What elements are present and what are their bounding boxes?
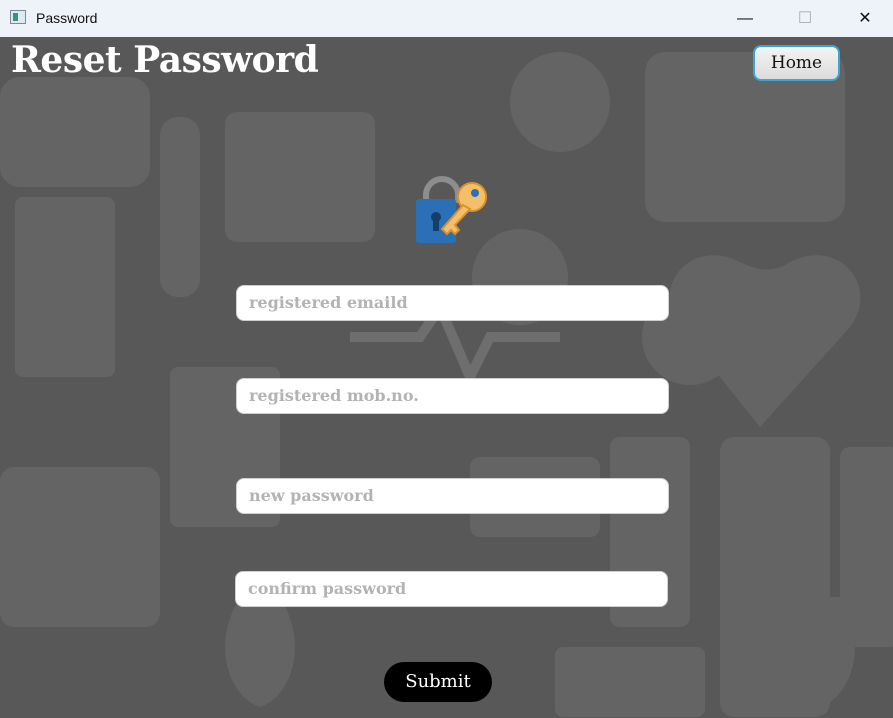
home-button[interactable]: Home: [753, 45, 840, 81]
lock-key-icon: [416, 176, 487, 243]
maximize-button[interactable]: ☐: [782, 0, 828, 37]
main-content: Reset Password Home registered emaild re…: [0, 37, 893, 718]
app-icon: [10, 10, 26, 24]
close-button[interactable]: ✕: [842, 0, 888, 37]
minimize-button[interactable]: —: [722, 0, 768, 37]
mobile-field[interactable]: registered mob.no.: [236, 378, 669, 414]
confirm-password-field[interactable]: confirm password: [235, 571, 668, 607]
window-titlebar: Password — ☐ ✕: [0, 0, 893, 37]
submit-button[interactable]: Submit: [384, 662, 492, 702]
page-title: Reset Password: [11, 39, 319, 81]
window-title: Password: [36, 10, 98, 26]
new-password-field[interactable]: new password: [236, 478, 669, 514]
email-field[interactable]: registered emaild: [236, 285, 669, 321]
